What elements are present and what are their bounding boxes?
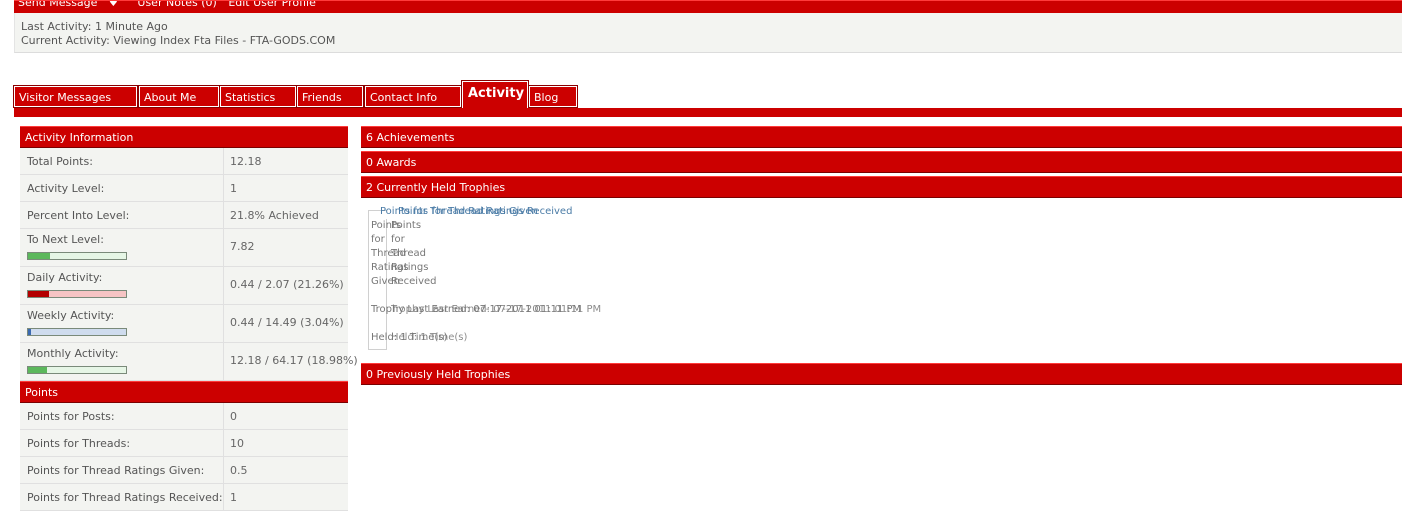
percent-into-level-row: Percent Into Level: 21.8% Achieved [20, 202, 348, 229]
trophy-word: Points [391, 220, 422, 231]
last-activity-text: Last Activity: 1 Minute Ago [21, 20, 168, 33]
row-value: 1 [230, 182, 237, 195]
row-label: Weekly Activity: [27, 309, 115, 322]
user-notes-link[interactable]: User Notes (0) [137, 1, 216, 9]
row-value: 12.18 [230, 155, 262, 168]
previous-trophies-header[interactable]: 0 Previously Held Trophies [361, 363, 1402, 385]
row-label: Points for Posts: [27, 410, 115, 423]
points-for-posts-row: Points for Posts: 0 [20, 403, 348, 430]
row-label: Points for Thread Ratings Given: [27, 464, 205, 477]
activity-status-panel: Last Activity: 1 Minute Ago Current Acti… [14, 13, 1402, 53]
row-value: 10 [230, 437, 244, 450]
row-label: Monthly Activity: [27, 347, 119, 360]
points-for-ratings-given-row: Points for Thread Ratings Given: 0.5 [20, 457, 348, 484]
send-message-link[interactable]: Send Message ♥ [18, 0, 126, 9]
progress-bar [27, 290, 127, 298]
trophy-held-count: Held: 1 Time(s) [391, 332, 468, 343]
row-divider [223, 484, 224, 510]
points-for-threads-row: Points for Threads: 10 [20, 430, 348, 457]
progress-bar [27, 366, 127, 374]
row-value: 21.8% Achieved [230, 209, 319, 222]
profile-action-bar: Send Message ♥ User Notes (0) Edit User … [14, 0, 1402, 14]
points-header: Points [20, 381, 348, 403]
points-for-ratings-received-row: Points for Thread Ratings Received: 1 [20, 484, 348, 511]
row-value: 0.44 / 14.49 (3.04%) [230, 316, 344, 329]
row-value: 0.44 / 2.07 (21.26%) [230, 278, 344, 291]
weekly-activity-row: Weekly Activity: 0.44 / 14.49 (3.04%) [20, 305, 348, 343]
activity-level-row: Activity Level: 1 [20, 175, 348, 202]
row-value: 12.18 / 64.17 (18.98%) [230, 354, 358, 367]
tab-underline [14, 108, 1402, 117]
heart-icon: ♥ [108, 0, 118, 9]
trophy-word: Received [391, 276, 437, 287]
progress-bar [27, 252, 127, 260]
trophy-word: for [371, 234, 385, 245]
trophy-word: for [391, 234, 405, 245]
row-divider [223, 403, 224, 429]
row-label: To Next Level: [27, 233, 104, 246]
row-divider [223, 229, 224, 266]
activity-info-column: Activity Information Total Points: 12.18… [20, 126, 358, 511]
row-label: Daily Activity: [27, 271, 103, 284]
current-activity-text: Current Activity: Viewing Index Fta File… [21, 34, 336, 47]
row-divider [223, 343, 224, 380]
row-divider [223, 148, 224, 174]
trophy-link-ratings-received[interactable]: Points for Thread Ratings Received [398, 206, 572, 217]
progress-fill [28, 329, 31, 335]
row-divider [223, 430, 224, 456]
tab-visitor-messages[interactable]: Visitor Messages [13, 85, 138, 108]
monthly-activity-row: Monthly Activity: 12.18 / 64.17 (18.98%) [20, 343, 358, 381]
awards-header[interactable]: 0 Awards [361, 151, 1402, 173]
progress-fill [28, 253, 50, 259]
send-message-label: Send Message [18, 0, 98, 9]
achievements-header[interactable]: 6 Achievements [361, 126, 1402, 148]
row-divider [223, 267, 224, 304]
tab-about-me[interactable]: About Me [138, 85, 220, 108]
row-label: Total Points: [27, 155, 93, 168]
row-value: 0.5 [230, 464, 248, 477]
current-trophies-header[interactable]: 2 Currently Held Trophies [361, 176, 1402, 198]
trophy-word: Thread [391, 248, 426, 259]
row-divider [223, 305, 224, 342]
progress-bar [27, 328, 127, 336]
tab-blog[interactable]: Blog [528, 85, 578, 108]
trophies-panel: Points for Thread Ratings Given Points f… [361, 199, 1402, 361]
progress-fill [28, 291, 49, 297]
row-value: 0 [230, 410, 237, 423]
row-divider [223, 175, 224, 201]
tab-friends[interactable]: Friends [296, 85, 364, 108]
row-label: Activity Level: [27, 182, 105, 195]
activity-information-header: Activity Information [20, 126, 348, 148]
trophy-word: Ratings [391, 262, 429, 273]
total-points-row: Total Points: 12.18 [20, 148, 348, 175]
row-value: 1 [230, 491, 237, 504]
row-divider [223, 202, 224, 228]
row-value: 7.82 [230, 240, 255, 253]
tab-activity[interactable]: Activity [461, 80, 529, 110]
progress-fill [28, 367, 47, 373]
daily-activity-row: Daily Activity: 0.44 / 2.07 (21.26%) [20, 267, 348, 305]
row-label: Percent Into Level: [27, 209, 130, 222]
tab-statistics[interactable]: Statistics [219, 85, 297, 108]
row-label: Points for Threads: [27, 437, 131, 450]
tab-contact-info[interactable]: Contact Info [364, 85, 462, 108]
to-next-level-row: To Next Level: 7.82 [20, 229, 348, 267]
edit-profile-link[interactable]: Edit User Profile [228, 1, 316, 9]
trophy-last-earned: Trophy Last Earned: 07-17-2011 01:11 PM [391, 304, 602, 315]
row-label: Points for Thread Ratings Received: [27, 491, 223, 504]
row-divider [223, 457, 224, 483]
